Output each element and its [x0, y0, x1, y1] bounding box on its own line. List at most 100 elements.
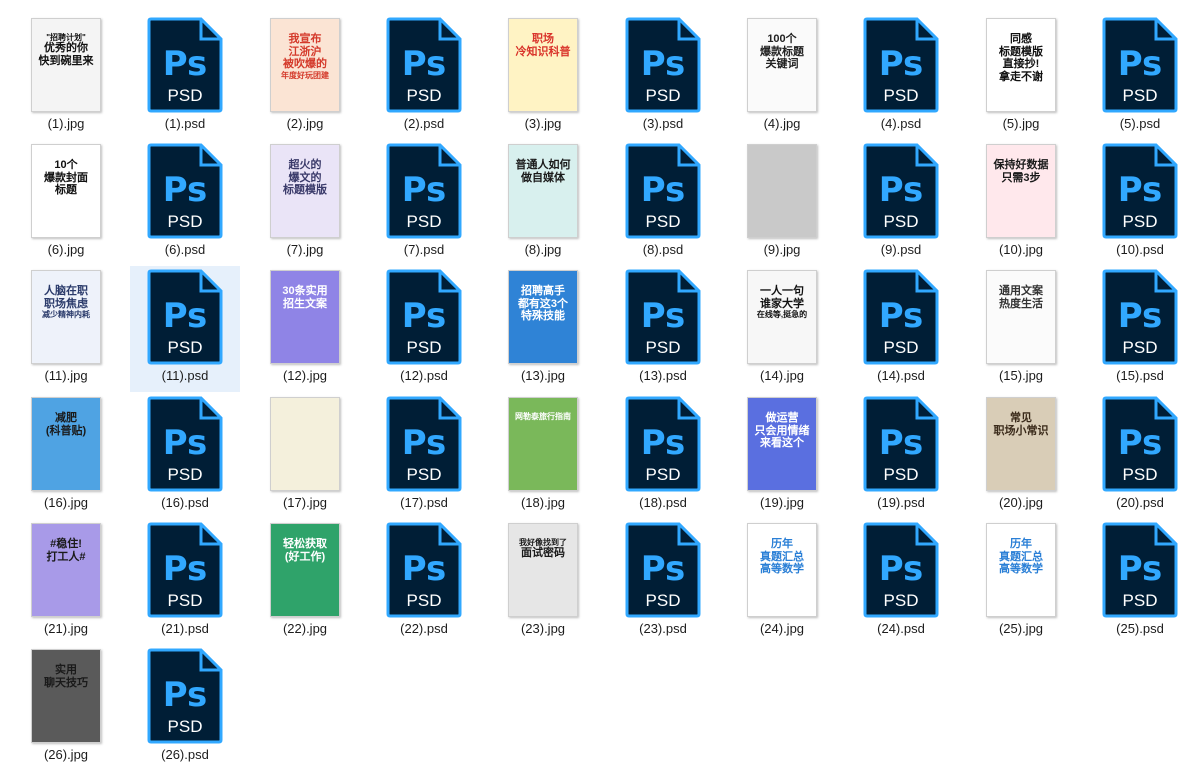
- file-item[interactable]: Ps PSD (21).psd: [130, 519, 240, 645]
- file-item[interactable]: (17).jpg: [250, 393, 360, 519]
- file-item[interactable]: 30条实用 招生文案 (12).jpg: [250, 266, 360, 392]
- file-item[interactable]: 超火的 爆文的 标题模版 (7).jpg: [250, 140, 360, 266]
- file-name: (12).psd: [400, 368, 448, 383]
- file-name: (5).psd: [1119, 116, 1161, 131]
- photoshop-file-icon: Ps PSD: [863, 17, 939, 113]
- file-item[interactable]: Ps PSD (9).psd: [846, 140, 956, 266]
- thumbnail-text: 谁家大学: [760, 297, 804, 310]
- thumbnail-text: 聊天技巧: [44, 676, 88, 689]
- thumbnail-text: 我好像找到了: [519, 538, 567, 547]
- thumbnail-text: 做运营: [765, 412, 799, 424]
- file-name: (19).psd: [877, 495, 925, 510]
- file-item[interactable]: (9).jpg: [727, 140, 837, 266]
- file-name: (17).jpg: [282, 495, 328, 510]
- thumbnail-text: 打工人#: [46, 550, 86, 563]
- photoshop-file-icon: Ps PSD: [386, 17, 462, 113]
- file-item[interactable]: 保持好数据 只需3步 (10).jpg: [966, 140, 1076, 266]
- thumbnail-text: 减肥: [55, 412, 77, 424]
- thumbnail-text: 我宣布: [288, 33, 322, 45]
- file-item[interactable]: 历年 真题汇总 高等数学 (25).jpg: [966, 519, 1076, 645]
- file-item[interactable]: Ps PSD (6).psd: [130, 140, 240, 266]
- svg-text:PSD: PSD: [646, 86, 681, 105]
- file-item[interactable]: Ps PSD (19).psd: [846, 393, 956, 519]
- file-name: (13).psd: [639, 368, 687, 383]
- file-item[interactable]: Ps PSD (23).psd: [608, 519, 718, 645]
- file-item[interactable]: 我宣布 江浙沪 被吹爆的 年度好玩团建 (2).jpg: [250, 14, 360, 140]
- file-item[interactable]: 减肥 (科普贴) (16).jpg: [11, 393, 121, 519]
- svg-text:Ps: Ps: [879, 423, 924, 463]
- image-thumbnail: 做运营 只会用情绪 来看这个: [747, 397, 817, 491]
- file-item[interactable]: 网勒泰旅行指南 (18).jpg: [488, 393, 598, 519]
- file-item[interactable]: Ps PSD (18).psd: [608, 393, 718, 519]
- file-item[interactable]: 做运营 只会用情绪 来看这个 (19).jpg: [727, 393, 837, 519]
- thumbnail-text: 优秀的你: [44, 42, 88, 55]
- thumbnail-text: 人脑在职: [44, 285, 88, 297]
- file-item[interactable]: Ps PSD (3).psd: [608, 14, 718, 140]
- file-item[interactable]: Ps PSD (12).psd: [369, 266, 479, 392]
- svg-text:PSD: PSD: [646, 591, 681, 610]
- thumbnail-text: 快到碗里来: [38, 54, 94, 67]
- file-item[interactable]: 100个 爆款标题 关键词 (4).jpg: [727, 14, 837, 140]
- file-item[interactable]: Ps PSD (2).psd: [369, 14, 479, 140]
- file-item[interactable]: 实用 聊天技巧 (26).jpg: [11, 645, 121, 771]
- svg-text:Ps: Ps: [402, 549, 447, 589]
- file-item[interactable]: Ps PSD (8).psd: [608, 140, 718, 266]
- file-item[interactable]: 常见 职场小常识 (20).jpg: [966, 393, 1076, 519]
- image-thumbnail: 保持好数据 只需3步: [986, 144, 1056, 238]
- image-thumbnail: 历年 真题汇总 高等数学: [986, 523, 1056, 617]
- photoshop-file-icon: Ps PSD: [147, 269, 223, 365]
- file-item[interactable]: 轻松获取 (好工作) (22).jpg: [250, 519, 360, 645]
- file-item[interactable]: 同感 标题模版 直接抄! 拿走不谢 (5).jpg: [966, 14, 1076, 140]
- file-name: (11).psd: [161, 368, 209, 383]
- image-thumbnail: 职场 冷知识科普: [508, 18, 578, 112]
- file-item[interactable]: Ps PSD (25).psd: [1085, 519, 1195, 645]
- file-item[interactable]: Ps PSD (22).psd: [369, 519, 479, 645]
- photoshop-file-icon: Ps PSD: [1102, 522, 1178, 618]
- file-item[interactable]: Ps PSD (14).psd: [846, 266, 956, 392]
- file-item[interactable]: Ps PSD (15).psd: [1085, 266, 1195, 392]
- thumbnail-text: 只需3步: [1001, 171, 1041, 184]
- thumbnail-text: 超火的: [288, 159, 322, 171]
- svg-text:Ps: Ps: [1118, 423, 1163, 463]
- file-item[interactable]: Ps PSD (26).psd: [130, 645, 240, 771]
- file-item[interactable]: Ps PSD (13).psd: [608, 266, 718, 392]
- file-item[interactable]: Ps PSD (1).psd: [130, 14, 240, 140]
- file-name: (6).jpg: [47, 242, 85, 257]
- file-item[interactable]: Ps PSD (7).psd: [369, 140, 479, 266]
- svg-text:Ps: Ps: [402, 296, 447, 336]
- file-item[interactable]: 职场 冷知识科普 (3).jpg: [488, 14, 598, 140]
- photoshop-file-icon: Ps PSD: [386, 143, 462, 239]
- file-item[interactable]: Ps PSD (10).psd: [1085, 140, 1195, 266]
- file-item[interactable]: 招聘高手 都有这3个 特殊技能 (13).jpg: [488, 266, 598, 392]
- file-name: (8).jpg: [524, 242, 562, 257]
- file-item[interactable]: 历年 真题汇总 高等数学 (24).jpg: [727, 519, 837, 645]
- file-item[interactable]: Ps PSD (4).psd: [846, 14, 956, 140]
- file-name: (16).psd: [161, 495, 209, 510]
- file-item[interactable]: Ps PSD (5).psd: [1085, 14, 1195, 140]
- file-item[interactable]: 普通人如何 做自媒体 (8).jpg: [488, 140, 598, 266]
- thumbnail-text: (科普贴): [45, 424, 87, 437]
- file-item[interactable]: Ps PSD (20).psd: [1085, 393, 1195, 519]
- photoshop-file-icon: Ps PSD: [386, 396, 462, 492]
- file-item[interactable]: 10个 爆款封面 标题 (6).jpg: [11, 140, 121, 266]
- photoshop-file-icon: Ps PSD: [386, 522, 462, 618]
- file-item[interactable]: Ps PSD (17).psd: [369, 393, 479, 519]
- svg-text:Ps: Ps: [1118, 170, 1163, 210]
- file-item[interactable]: Ps PSD (24).psd: [846, 519, 956, 645]
- photoshop-file-icon: Ps PSD: [147, 396, 223, 492]
- thumbnail-text: 爆款标题: [760, 45, 804, 58]
- file-item[interactable]: "招聘计划" 优秀的你 快到碗里来 (1).jpg: [11, 14, 121, 140]
- thumbnail-text: 同感: [1010, 33, 1032, 45]
- file-item[interactable]: 通用文案 热度生活 (15).jpg: [966, 266, 1076, 392]
- image-thumbnail: 招聘高手 都有这3个 特殊技能: [508, 270, 578, 364]
- file-item[interactable]: Ps PSD (11).psd: [130, 266, 240, 392]
- thumbnail-text: 关键词: [765, 58, 799, 71]
- file-item[interactable]: 我好像找到了 面试密码 (23).jpg: [488, 519, 598, 645]
- svg-text:PSD: PSD: [884, 465, 919, 484]
- file-name: (9).jpg: [763, 242, 801, 257]
- file-item[interactable]: 人脑在职 职场焦虑 减少精神内耗 (11).jpg: [11, 266, 121, 392]
- file-item[interactable]: Ps PSD (16).psd: [130, 393, 240, 519]
- file-item[interactable]: #稳住! 打工人# (21).jpg: [11, 519, 121, 645]
- file-item[interactable]: 一人一句 谁家大学 在线等,挺急的 (14).jpg: [727, 266, 837, 392]
- svg-text:PSD: PSD: [646, 338, 681, 357]
